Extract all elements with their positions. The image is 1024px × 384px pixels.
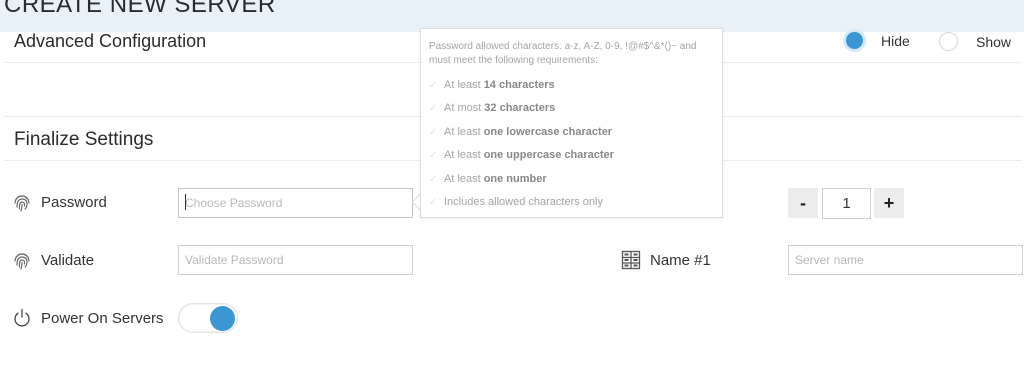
show-radio-label[interactable]: Show <box>976 34 1011 50</box>
requirement-item: ✓ Includes allowed characters only <box>429 196 603 208</box>
requirement-emphasis: one number <box>483 173 547 185</box>
power-on-toggle[interactable] <box>178 303 238 333</box>
advanced-configuration-title: Advanced Configuration <box>14 31 207 51</box>
fingerprint-icon <box>14 195 30 212</box>
check-icon: ✓ <box>429 126 438 138</box>
fingerprint-icon <box>14 253 30 270</box>
power-icon <box>14 308 30 327</box>
server-count-value[interactable]: 1 <box>822 188 871 219</box>
check-icon: ✓ <box>429 149 438 161</box>
server-icon <box>621 250 641 270</box>
check-icon: ✓ <box>429 79 438 91</box>
validate-label: Validate <box>41 252 95 269</box>
requirement-text: At least <box>444 149 481 161</box>
show-radio-button[interactable] <box>939 32 958 51</box>
requirement-emphasis: one lowercase character <box>483 126 613 138</box>
check-icon: ✓ <box>429 196 438 208</box>
power-on-servers-label: Power On Servers <box>41 310 164 327</box>
password-input[interactable] <box>178 188 413 218</box>
requirement-emphasis: one uppercase character <box>483 149 614 161</box>
password-label: Password <box>41 194 107 211</box>
text-cursor <box>185 194 186 210</box>
requirement-text: At least <box>444 173 481 185</box>
decrement-button[interactable]: - <box>788 188 818 218</box>
requirement-item: ✓ At least one uppercase character <box>429 149 614 161</box>
page-title: CREATE NEW SERVER <box>4 0 276 18</box>
server-name-label: Name #1 <box>650 252 711 269</box>
hide-radio-button[interactable] <box>846 32 863 49</box>
requirement-emphasis: 32 characters <box>484 102 556 114</box>
requirement-item: ✓ At least one lowercase character <box>429 126 612 138</box>
finalize-settings-title: Finalize Settings <box>14 129 154 150</box>
server-name-input[interactable] <box>788 245 1023 275</box>
requirement-text: At least <box>444 126 481 138</box>
check-icon: ✓ <box>429 102 438 114</box>
tooltip-intro-text: Password allowed characters: a-z, A-Z, 0… <box>429 41 697 66</box>
password-requirements-tooltip: Password allowed characters: a-z, A-Z, 0… <box>420 28 723 218</box>
requirement-item: ✓ At least 14 characters <box>429 79 555 91</box>
check-icon: ✓ <box>429 173 438 185</box>
validate-password-input[interactable] <box>178 245 413 275</box>
requirement-text: Includes allowed characters only <box>444 196 603 208</box>
hide-radio-label[interactable]: Hide <box>881 33 910 49</box>
requirement-item: ✓ At least one number <box>429 173 547 185</box>
requirement-text: At least <box>444 79 481 91</box>
increment-button[interactable]: + <box>874 188 904 218</box>
show-radio-option[interactable]: Show <box>939 32 1011 51</box>
requirement-text: At most <box>444 102 482 114</box>
hide-radio-option[interactable]: Hide <box>846 32 910 49</box>
requirement-item: ✓ At most 32 characters <box>429 102 555 114</box>
requirement-emphasis: 14 characters <box>483 79 555 91</box>
toggle-knob[interactable] <box>210 306 235 331</box>
